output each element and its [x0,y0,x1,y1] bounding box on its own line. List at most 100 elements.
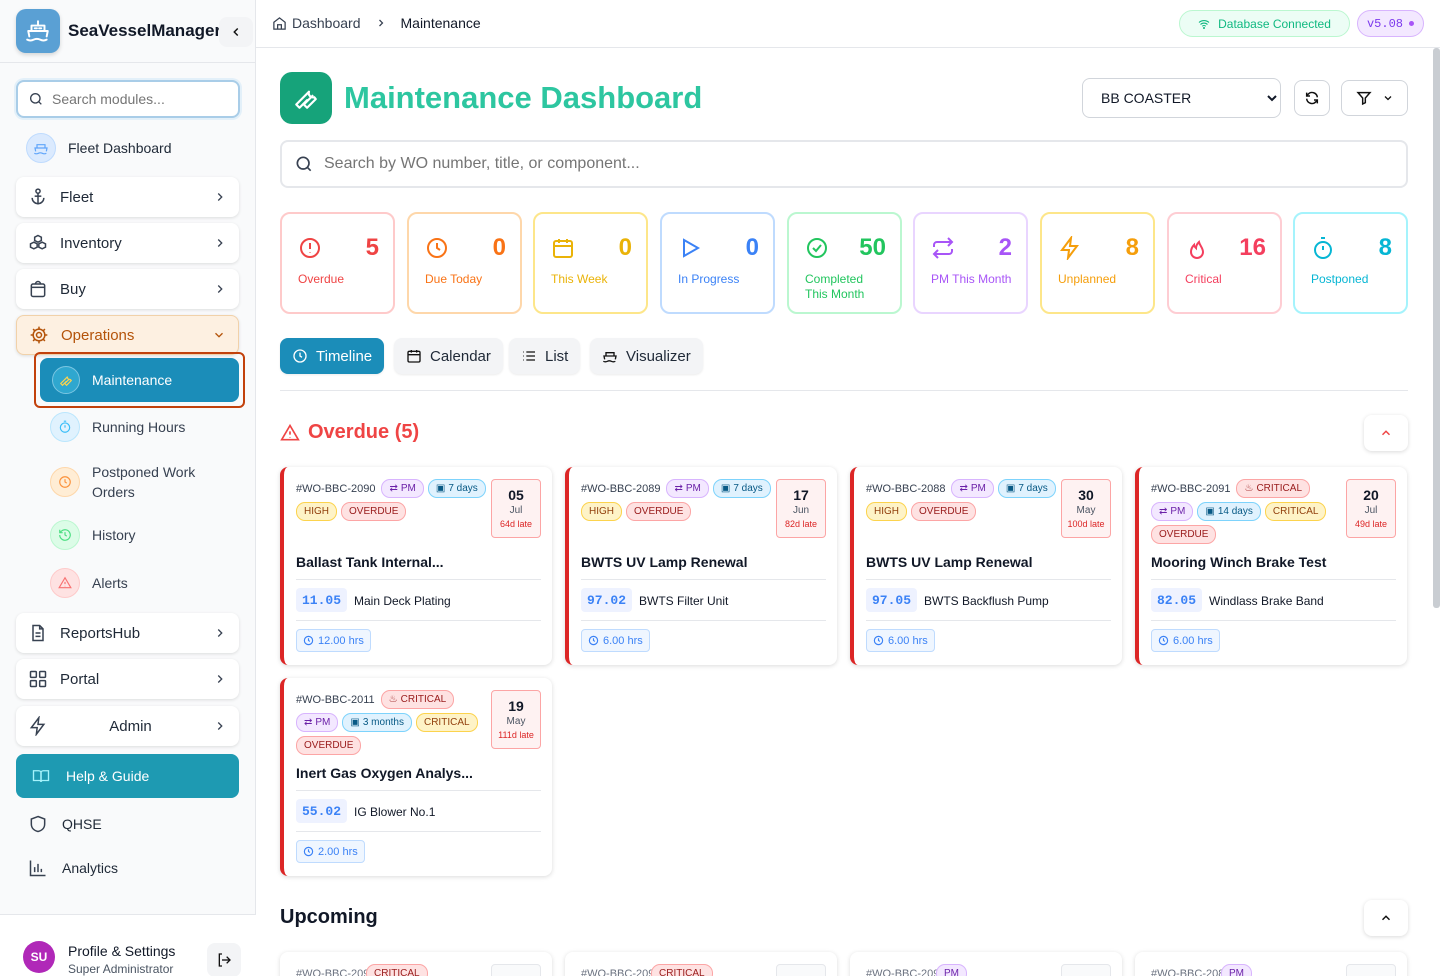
help-label: Help & Guide [66,768,150,784]
ship-icon [603,352,617,363]
stat-card-pm-this-month[interactable]: 2 PM This Month [913,212,1028,314]
wo-tag: CRITICAL [415,713,478,732]
sidebar-item-label: Maintenance [92,372,173,388]
wo-tag: OVERDUE [1151,525,1217,544]
collapse-upcoming-button[interactable] [1364,900,1408,936]
tag-text: OVERDUE [304,740,354,751]
stat-card-critical[interactable]: 16 Critical [1167,212,1282,314]
work-order-card[interactable]: #WO-BBC-2088 ⇄ PM ▣ 7 days HIGH OVERDUE 30 May… [850,467,1122,665]
sidebar-item-postponed[interactable]: Postponed Work Orders [40,462,220,502]
file-text-icon [32,624,44,642]
sidebar-item-running-hours[interactable]: Running Hours [40,412,185,442]
divider [1151,620,1396,621]
profile-name: Profile & Settings [68,943,176,959]
sidebar-group-portal[interactable]: Portal [16,659,239,699]
sidebar-group-buy[interactable]: Buy [16,269,239,309]
sidebar-group-operations[interactable]: Operations [16,315,239,355]
stat-card-postponed[interactable]: 8 Postponed [1293,212,1408,314]
chevron-right-icon [217,722,223,730]
collapse-sidebar-button[interactable] [219,17,253,47]
stat-card-unplanned[interactable]: 8 Unplanned [1040,212,1155,314]
sidebar-item-history[interactable]: History [40,520,136,550]
sidebar-item-analytics[interactable]: Analytics [28,858,118,878]
wo-search-input[interactable] [324,155,1224,173]
profile-role: Super Administrator [68,962,174,976]
days-late: 49d late [1354,519,1388,529]
stat-value: 0 [745,234,759,261]
tag-text: HIGH [304,506,329,517]
due-date-box [491,964,541,976]
tab-list[interactable]: List [509,338,581,374]
wo-search[interactable] [280,140,1408,188]
vessel-select[interactable]: BB COASTER [1082,78,1281,118]
wo-tag: PM [1221,964,1252,976]
tab-visualizer[interactable]: Visualizer [590,338,703,374]
refresh-button[interactable] [1294,80,1330,116]
chevron-right-icon [217,629,223,637]
work-order-card[interactable]: #WO-BBC-2093 CRITICAL [565,952,837,976]
due-month: Jul [1364,505,1378,516]
filter-button[interactable] [1341,80,1408,116]
collapse-overdue-button[interactable] [1364,415,1408,451]
sidebar-item-label: QHSE [62,816,102,832]
days-late: 64d late [499,519,533,529]
work-order-card[interactable]: #WO-BBC-2090 ⇄ PM ▣ 7 days HIGH OVERDUE 05 Jul… [280,467,552,665]
module-search-input[interactable] [52,91,222,107]
work-order-card[interactable]: #WO-BBC-2091 ♨ CRITICAL ⇄ PM ▣ 14 days CRITICAL… [1135,467,1407,665]
due-date-box [1346,964,1396,976]
sidebar-group-fleet[interactable]: Fleet [16,177,239,217]
scrollbar[interactable] [1433,48,1440,608]
tag-text: 7 days [448,483,478,494]
version-badge: v5.08 [1357,10,1424,37]
work-order-card[interactable]: #WO-BBC-2094 CRITICAL [280,952,552,976]
sidebar-item-maintenance[interactable]: Maintenance [40,358,239,402]
chevron-right-icon [217,675,223,683]
due-day: 17 [793,487,809,503]
logout-icon [218,953,231,967]
stat-card-this-week[interactable]: 0 This Week [533,212,648,314]
sidebar-group-reportshub[interactable]: ReportsHub [16,613,239,653]
module-search[interactable] [16,80,240,118]
stat-card-in-progress[interactable]: 0 In Progress [660,212,775,314]
stat-card-overdue[interactable]: 5 Overdue [280,212,395,314]
logout-button[interactable] [207,943,241,976]
component-code: 97.05 [866,588,918,612]
sidebar-item-alerts[interactable]: Alerts [40,568,128,598]
divider [866,620,1111,621]
sidebar-item-fleet-dashboard[interactable]: Fleet Dashboard [16,128,240,168]
stat-card-due-today[interactable]: 0 Due Today [407,212,522,314]
component-name: Main Deck Plating [354,594,451,608]
database-status-badge: Database Connected [1179,10,1350,37]
sidebar-group-inventory[interactable]: Inventory [16,223,239,263]
upcoming-section-title: Upcoming [280,906,378,929]
calendar-icon [407,350,421,363]
wo-tags: #WO-BBC-2011 ♨ CRITICAL ⇄ PM ▣ 3 months CRITICA… [296,690,486,755]
due-date-box [1061,964,1111,976]
work-order-card[interactable]: #WO-BBC-2081 PM [1135,952,1407,976]
due-day: 20 [1363,487,1379,503]
repeat-icon [931,236,955,260]
chevron-right-icon [217,239,223,247]
stat-card-completed-this-month[interactable]: 50 Completed This Month [787,212,902,314]
help-guide-button[interactable]: Help & Guide [16,754,239,798]
work-order-card[interactable]: #WO-BBC-2011 ♨ CRITICAL ⇄ PM ▣ 3 months CRITICA… [280,678,552,876]
wo-tag: CRITICAL [366,964,428,976]
tab-calendar[interactable]: Calendar [394,338,503,374]
tag-text: OVERDUE [1159,529,1209,540]
wo-title: BWTS UV Lamp Renewal [866,554,1033,570]
stat-label: Completed This Month [805,272,865,301]
breadcrumb-home[interactable]: Dashboard [292,15,361,31]
estimated-hours: 6.00 hrs [866,629,935,652]
tab-timeline[interactable]: Timeline [280,338,385,374]
work-order-card[interactable]: #WO-BBC-2089 ⇄ PM ▣ 7 days HIGH OVERDUE 17 Jun… [565,467,837,665]
tab-label: List [545,347,569,365]
sidebar-item-label: History [92,527,136,543]
profile-section[interactable]: SU Profile & Settings Super Administrato… [0,914,256,976]
component-name: IG Blower No.1 [354,805,436,819]
anchor-icon [31,188,45,205]
clock-icon [1158,635,1169,646]
wo-title: Ballast Tank Internal... [296,554,444,570]
sidebar-item-qhse[interactable]: QHSE [28,814,102,834]
sidebar-group-admin[interactable]: Admin [16,706,239,746]
work-order-card[interactable]: #WO-BBC-2092 PM [850,952,1122,976]
